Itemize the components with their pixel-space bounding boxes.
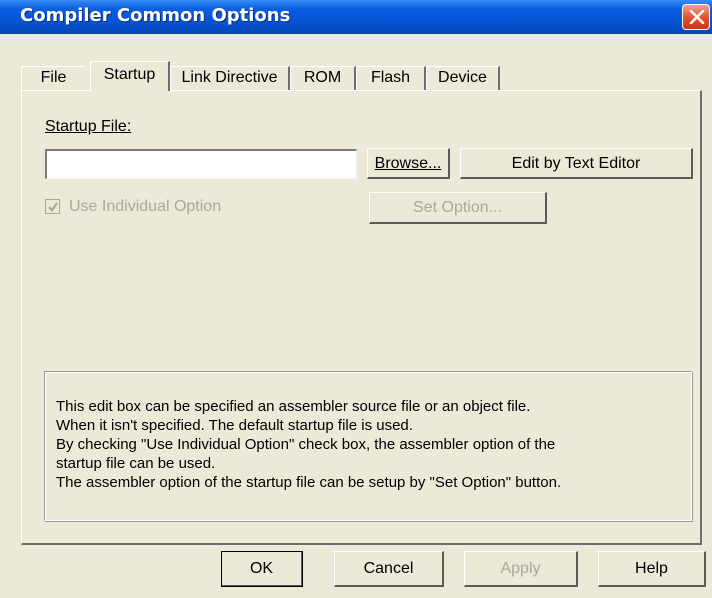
window-title: Compiler Common Options [20,5,291,26]
tab-startup[interactable]: Startup [90,61,170,91]
apply-button[interactable]: Apply [464,551,578,587]
edit-by-text-editor-button[interactable]: Edit by Text Editor [460,148,693,179]
close-icon [689,10,705,24]
info-line: When it isn't specified. The default sta… [56,417,413,434]
dialog-window: Compiler Common Options File Startup Lin… [0,0,712,598]
info-line: The assembler option of the startup file… [56,474,562,491]
info-line: startup file can be used. [56,455,216,472]
startup-file-label: Startup File: [45,118,131,136]
tab-device[interactable]: Device [426,66,500,90]
title-bar[interactable]: Compiler Common Options [0,0,712,34]
use-individual-option-label: Use Individual Option [69,198,222,215]
browse-button[interactable]: Browse... [367,148,450,179]
tab-flash[interactable]: Flash [356,66,426,90]
cancel-button[interactable]: Cancel [334,551,444,587]
set-option-button[interactable]: Set Option... [369,192,547,224]
help-button[interactable]: Help [598,551,706,587]
info-line: By checking "Use Individual Option" chec… [56,436,556,453]
info-line: This edit box can be specified an assemb… [56,398,531,415]
tab-rom[interactable]: ROM [290,66,356,90]
checkmark-icon [48,202,58,212]
startup-file-label-text: Startup File: [45,118,132,135]
tab-file[interactable]: File [21,66,85,90]
tab-link-directive[interactable]: Link Directive [170,66,290,90]
ok-button[interactable]: OK [221,551,303,587]
close-button[interactable] [682,4,710,30]
startup-file-input[interactable] [45,149,357,179]
use-individual-option-checkbox[interactable] [45,199,60,214]
